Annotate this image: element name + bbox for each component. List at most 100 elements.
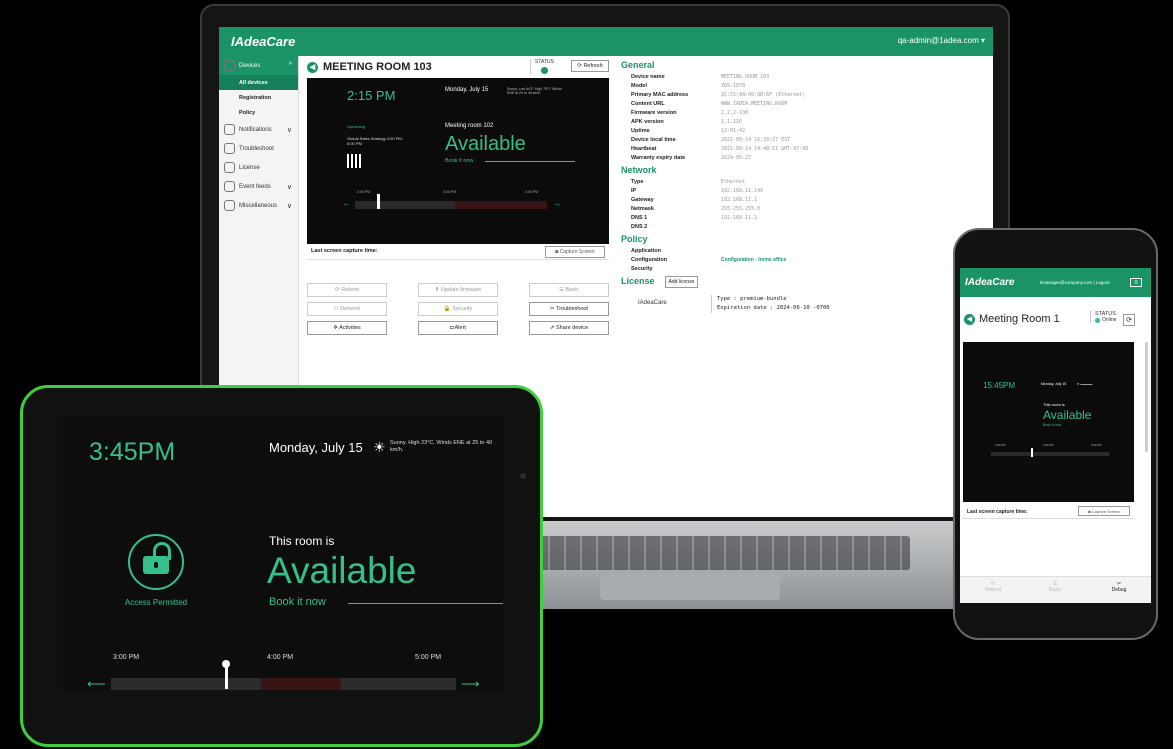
info-value: Ethernet: [721, 179, 746, 185]
button-label: Alert: [454, 325, 466, 331]
tab-basic[interactable]: ☰ Basic: [1030, 581, 1080, 593]
bell-icon: [224, 124, 235, 135]
lock-keyhole: [154, 562, 158, 568]
lock-body: [143, 556, 169, 574]
sidebar-item-label: Devices: [239, 62, 261, 69]
phone-preview-date: Monday, July 15: [1041, 382, 1067, 386]
page-title: ◀ MEETING ROOM 103: [307, 61, 432, 73]
phone-time-label: 4:00 PM: [1043, 443, 1054, 447]
tablet-room-is: This room is: [269, 534, 335, 548]
phone-title-text: Meeting Room 1: [979, 313, 1060, 325]
phone-capture-screen-button[interactable]: ◙ Capture Screen: [1078, 506, 1130, 516]
book-it-now-button[interactable]: Book it now: [269, 596, 326, 608]
info-key: Netmask: [631, 206, 654, 212]
phone-preview-available: Available: [1043, 408, 1092, 422]
preview-available: Available: [445, 133, 526, 155]
sidebar-item-notifications[interactable]: Notifications ∨: [219, 120, 298, 139]
alert-button[interactable]: ◘ Alert: [418, 321, 498, 335]
info-key: Firmware version: [631, 110, 677, 116]
camera-icon: [520, 473, 526, 479]
status-indicator: STATUS: [530, 59, 554, 74]
button-label: Update firmware: [440, 287, 482, 293]
sidebar-item-miscellaneous[interactable]: Miscellaneous ∨: [219, 196, 298, 215]
preview-time-label: 4:00 PM: [525, 190, 539, 194]
info-key: Device local time: [631, 137, 676, 143]
qr-code-icon: [347, 154, 361, 168]
scrollbar[interactable]: [1145, 342, 1148, 452]
tab-debug[interactable]: ✂ Debug: [1094, 581, 1144, 593]
section-policy-title: Policy: [621, 234, 648, 244]
sidebar-sub-registration[interactable]: Registration: [219, 90, 298, 105]
phone-screen: IAdeaCare itmanager@company.com | Logout…: [960, 268, 1151, 603]
phone-screen-preview: 15:45PM Monday, July 15 ✺ ▬▬▬▬ This room…: [963, 342, 1134, 502]
info-key: APK version: [631, 119, 664, 125]
preview-book: Book it now: [445, 158, 474, 164]
phone-capture-label: Last screen capture time:: [967, 509, 1028, 515]
phone-status-value: Online: [1102, 317, 1117, 323]
button-label: Security: [452, 306, 473, 312]
refresh-button[interactable]: ⟳ Refresh: [571, 60, 609, 72]
tab-label: Debug: [1111, 587, 1127, 593]
chevron-down-icon: ∨: [286, 183, 292, 191]
tablet-time-label: 3:00 PM: [113, 654, 140, 661]
info-key: Configuration: [631, 257, 668, 263]
device-info-panel: General Device name MEETING ROOM 103 Model…: [614, 56, 993, 517]
tab-reboot[interactable]: ⟳ Reboot: [968, 581, 1018, 593]
basic-button[interactable]: ☰ Basic: [529, 283, 609, 297]
arrow-left-icon[interactable]: ⟵: [87, 676, 106, 690]
preview-upcoming-label: Upcoming: [347, 124, 366, 129]
sidebar-item-license[interactable]: License: [219, 158, 298, 177]
sidebar-item-label: License: [239, 164, 260, 171]
share-device-button[interactable]: ⇗ Share device: [529, 321, 609, 335]
phone-refresh-button[interactable]: ⟳: [1123, 314, 1135, 326]
info-row: Content URL WWW.IADEA.MEETING.ROOM: [621, 100, 986, 109]
sidebar-sub-all-devices[interactable]: All devices: [219, 75, 298, 90]
preview-room-name: Meeting room 102: [445, 123, 494, 129]
room-title-text: MEETING ROOM 103: [323, 61, 432, 73]
update-firmware-button[interactable]: ⬆ Update firmware: [418, 283, 498, 297]
sun-icon: ✺ ▬▬▬▬: [1077, 382, 1093, 386]
back-arrow-icon[interactable]: ◀: [307, 61, 318, 73]
unlock-icon: [128, 534, 184, 590]
button-label: Activities: [339, 325, 361, 331]
button-label: Basic: [565, 287, 579, 293]
reboot-button[interactable]: ⟳ Reboot: [307, 283, 387, 297]
back-arrow-icon[interactable]: ◀: [964, 313, 975, 325]
product-composite: IAdeaCare qa-admin@1adea.com ▾ Devices ^ …: [0, 0, 1173, 749]
chevron-down-icon: ∨: [286, 202, 292, 210]
tools-icon: ✂: [550, 306, 555, 312]
network-list: Type Ethernet IP 192.168.11.146 Gateway 192.1…: [621, 178, 986, 232]
info-row: Primary MAC address 2C:C5:48:00:8D:6F (Et…: [621, 91, 986, 100]
license-type: Type : premium-bundle: [717, 296, 787, 302]
security-button[interactable]: 🔒 Security: [418, 302, 498, 316]
capture-screen-button[interactable]: ◙ Capture Screen: [545, 246, 605, 258]
sidebar-item-troubleshoot[interactable]: Troubleshoot: [219, 139, 298, 158]
section-general-title: General: [621, 60, 655, 70]
user-menu[interactable]: qa-admin@1adea.com ▾: [898, 36, 985, 45]
sidebar-sub-policy[interactable]: Policy: [219, 105, 298, 120]
phone-now-marker: [1031, 448, 1033, 457]
info-key: IP: [631, 188, 637, 194]
network-button[interactable]: ⚇ Network: [307, 302, 387, 316]
license-icon: [224, 162, 235, 173]
add-license-button[interactable]: Add license: [664, 275, 699, 288]
activities-button[interactable]: ✲ Activities: [307, 321, 387, 335]
sidebar-item-devices[interactable]: Devices ^: [219, 56, 298, 75]
menu-icon[interactable]: ≡: [1130, 278, 1142, 287]
license-header: License Add license: [621, 274, 986, 289]
arrow-right-icon[interactable]: ⟶: [461, 676, 480, 690]
sidebar-item-event-feeds[interactable]: Event feeds ∨: [219, 177, 298, 196]
configuration-link[interactable]: Configuration - Irvine office: [721, 256, 786, 265]
sun-icon: ☀: [373, 439, 386, 455]
info-row: Warranty expiry date 2024-05-27: [621, 154, 986, 163]
troubleshoot-button[interactable]: ✂ Troubleshoot: [529, 302, 609, 316]
preview-time-label: 2:00 PM: [357, 190, 371, 194]
general-list: Device name MEETING ROOM 103 Model XDS-1078…: [621, 73, 986, 163]
capture-screen-label: Capture Screen: [559, 249, 595, 255]
phone-preview-time: 15:45PM: [983, 381, 1016, 390]
info-value: 2021-09-14 14:48:51 GMT-07:00: [721, 146, 809, 152]
phone-user-logout[interactable]: itmanager@company.com | Logout: [1040, 280, 1110, 285]
tablet-now-marker-head: [222, 660, 230, 668]
info-value: 192.168.11.146: [721, 188, 764, 194]
info-row: Gateway 192.168.11.1: [621, 196, 986, 205]
